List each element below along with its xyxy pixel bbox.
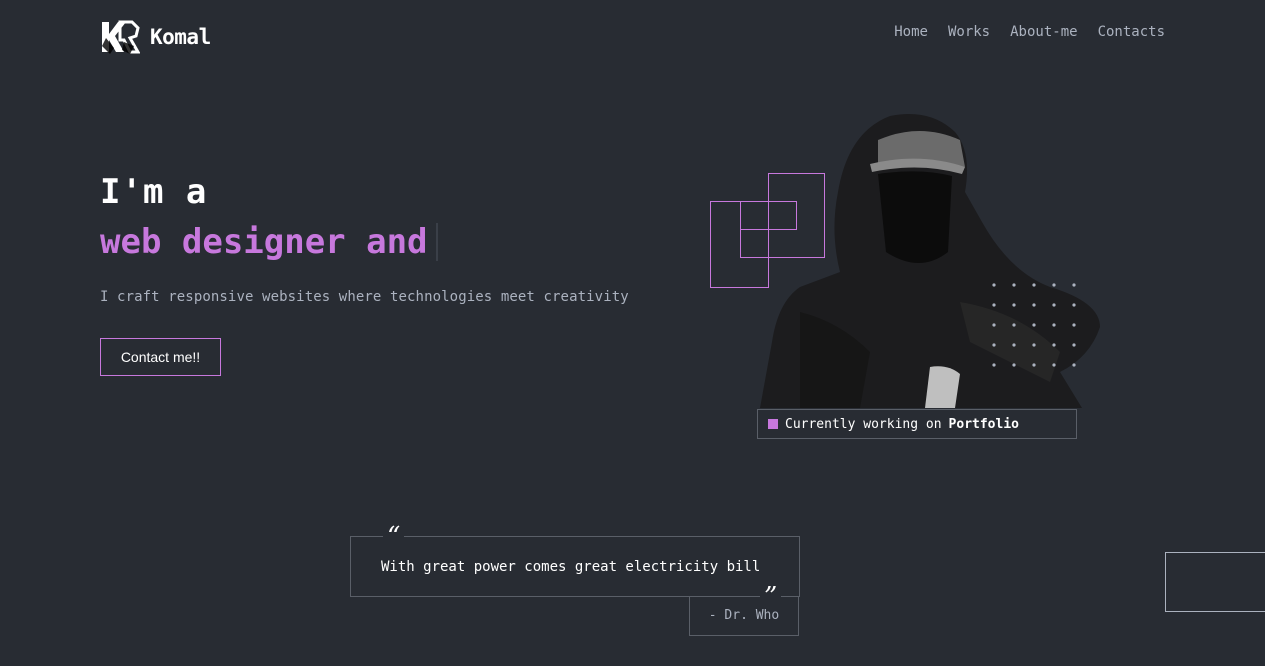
open-quote-icon: “ [383, 524, 405, 550]
brand-name: Komal [150, 25, 211, 49]
hero-heading-line2: web designer and [100, 222, 438, 262]
nav-contacts[interactable]: Contacts [1098, 24, 1165, 40]
status-banner: Currently working on Portfolio [757, 409, 1077, 439]
nav-about-me[interactable]: About-me [1010, 24, 1077, 40]
status-text: Currently working on [785, 416, 942, 432]
dot-grid-decoration [992, 283, 1076, 367]
quote-box: With great power comes great electricity… [350, 536, 800, 597]
typing-caret [435, 223, 438, 261]
main-nav: Home Works About-me Contacts [894, 24, 1165, 40]
hero-subtitle: I craft responsive websites where techno… [100, 289, 629, 305]
quote-author: - Dr. Who [689, 596, 799, 636]
hero-role-text: web designer and [100, 222, 428, 262]
kr-logo-icon [102, 20, 140, 54]
hero-heading-line1: I'm a [100, 172, 208, 212]
outline-rectangle-decoration [1165, 552, 1265, 612]
contact-me-button[interactable]: Contact me!! [100, 338, 221, 376]
nav-home[interactable]: Home [894, 24, 928, 40]
quote-text: With great power comes great electricity… [381, 558, 761, 575]
brand-logo[interactable]: Komal [100, 18, 211, 56]
status-project: Portfolio [948, 416, 1019, 432]
nav-works[interactable]: Works [948, 24, 990, 40]
status-square-icon [768, 419, 778, 429]
